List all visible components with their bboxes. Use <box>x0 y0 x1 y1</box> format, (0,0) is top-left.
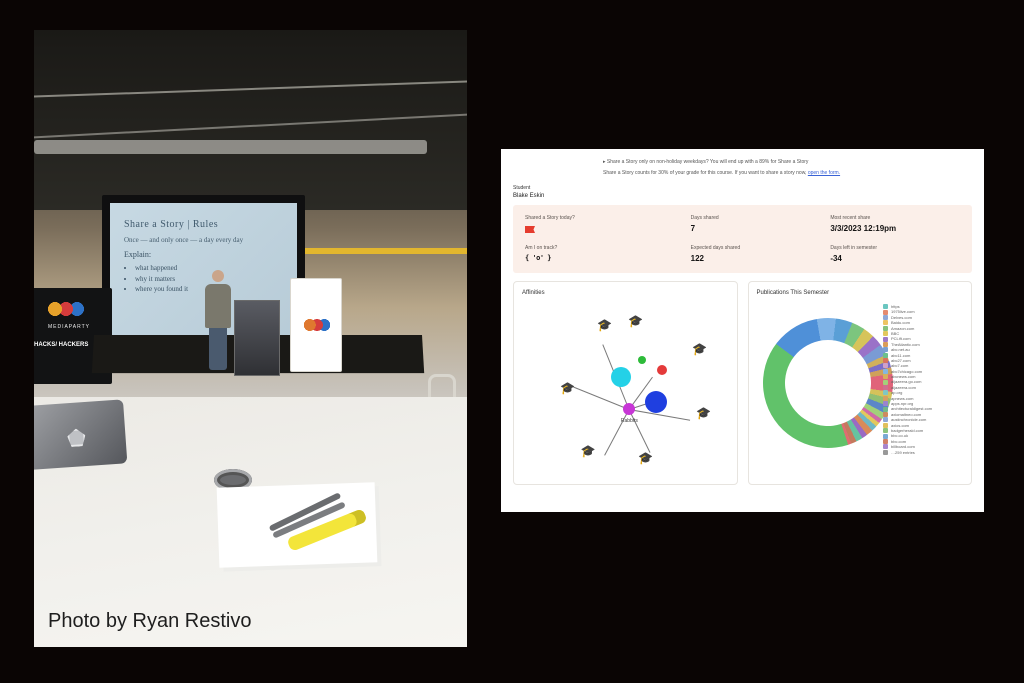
legend-row: …259 entries <box>883 450 961 455</box>
stat-label: Expected days shared <box>691 245 821 251</box>
legend-text: …259 entries <box>891 450 915 455</box>
stat-expected-days: Expected days shared 122 <box>691 245 821 263</box>
hacks-hackers-label: HACKS/ HACKERS <box>34 342 88 348</box>
node-cyan <box>611 367 631 387</box>
podium <box>234 300 280 376</box>
node-green <box>638 356 646 364</box>
donut-legend: https1975live.comDelves.comBaidu.comAmaz… <box>883 304 961 474</box>
stat-label: Shared a Story today? <box>525 215 681 221</box>
legend-swatch <box>883 347 888 352</box>
legend-swatch <box>883 417 888 422</box>
legend-swatch <box>883 401 888 406</box>
person-icon: 🎓 <box>581 444 596 458</box>
person-icon: 🎓 <box>638 451 653 465</box>
presenter <box>204 270 232 378</box>
legend-swatch <box>883 412 888 417</box>
legend-swatch <box>883 310 888 315</box>
intro-line: Share a Story counts for 30% of your gra… <box>603 170 972 177</box>
stat-label: Most recent share <box>830 215 960 221</box>
charts-row: Affinities 🎓 🎓 🎓 🎓 🎓 🎓 🎓 <box>513 281 972 485</box>
duct <box>34 140 427 154</box>
stat-label: Am I on track? <box>525 245 681 251</box>
stat-label: Days left in semester <box>830 245 960 251</box>
person-icon: 🎓 <box>696 406 711 420</box>
legend-swatch <box>883 450 888 455</box>
legend-swatch <box>883 396 888 401</box>
stat-days-left: Days left in semester -34 <box>830 245 960 263</box>
legend-swatch <box>883 304 888 309</box>
node-magenta <box>623 403 635 415</box>
legend-swatch <box>883 320 888 325</box>
slide-title: Share a Story | Rules <box>124 219 283 230</box>
open-form-link[interactable]: open the form. <box>808 170 840 176</box>
edge <box>629 409 651 453</box>
legend-swatch <box>883 315 888 320</box>
stat-value: 122 <box>691 254 821 263</box>
intro: ▸ Share a Story only on non-holiday week… <box>603 159 972 166</box>
mezzanine-rail <box>304 248 467 254</box>
intro-bullet: Share a Story only on non-holiday weekda… <box>607 159 809 165</box>
mediaparty-label: MEDIAPARTY <box>34 324 112 330</box>
person-icon: 🎓 <box>597 318 612 332</box>
stat-days-shared: Days shared 7 <box>691 215 821 235</box>
stat-shared-today: Shared a Story today? <box>525 215 681 235</box>
legend-swatch <box>883 390 888 395</box>
edge <box>605 409 630 455</box>
card-title: Publications This Semester <box>757 290 964 296</box>
legend-swatch <box>883 439 888 444</box>
legend-swatch <box>883 331 888 336</box>
legend-swatch <box>883 380 888 385</box>
legend-swatch <box>883 342 888 347</box>
legend-swatch <box>883 385 888 390</box>
legend-swatch <box>883 374 888 379</box>
stat-recent-share: Most recent share 3/3/2023 12:19pm <box>830 215 960 235</box>
person-icon: 🎓 <box>628 314 643 328</box>
legend-swatch <box>883 337 888 342</box>
legend-swatch <box>883 428 888 433</box>
student-label: Student <box>513 185 972 191</box>
person-icon: 🎓 <box>692 342 707 356</box>
stat-value: -34 <box>830 254 960 263</box>
slide-subtitle: Once — and only once — a day every day <box>124 236 283 244</box>
affinities-network: 🎓 🎓 🎓 🎓 🎓 🎓 🎓 Rabbits <box>522 300 729 476</box>
node-blue <box>645 391 667 413</box>
legend-swatch <box>883 444 888 449</box>
slide-explain-label: Explain: <box>124 250 283 259</box>
ceiling <box>34 30 467 210</box>
donut-chart: https1975live.comDelves.comBaidu.comAmaz… <box>757 300 964 476</box>
laptop <box>34 398 149 492</box>
affinities-card: Affinities 🎓 🎓 🎓 🎓 🎓 🎓 🎓 <box>513 281 738 485</box>
node-red <box>657 365 667 375</box>
dashboard-screenshot: ▸ Share a Story only on non-holiday week… <box>501 149 984 512</box>
stat-value: 3/3/2023 12:19pm <box>830 224 960 233</box>
publications-card: Publications This Semester https1975live… <box>748 281 973 485</box>
standing-banner <box>290 278 342 372</box>
legend-swatch <box>883 423 888 428</box>
person-icon: 🎓 <box>560 381 575 395</box>
conference-photo: Share a Story | Rules Once — and only on… <box>34 30 467 647</box>
legend-swatch <box>883 369 888 374</box>
stat-value: 7 <box>691 224 821 233</box>
stat-value: { 'o' } <box>525 254 681 262</box>
legend-swatch <box>883 358 888 363</box>
legend-swatch <box>883 326 888 331</box>
flag-icon <box>525 226 535 233</box>
stats-card: Shared a Story today? Days shared 7 Most… <box>513 205 972 273</box>
legend-swatch <box>883 363 888 368</box>
card-title: Affinities <box>522 290 729 296</box>
photo-credit: Photo by Ryan Restivo <box>48 610 251 633</box>
legend-swatch <box>883 434 888 439</box>
stat-on-track: Am I on track? { 'o' } <box>525 245 681 263</box>
node-label: Rabbits <box>621 418 638 424</box>
stat-label: Days shared <box>691 215 821 221</box>
legend-swatch <box>883 407 888 412</box>
student-name: Blake Eskin <box>513 193 972 199</box>
legend-swatch <box>883 353 888 358</box>
